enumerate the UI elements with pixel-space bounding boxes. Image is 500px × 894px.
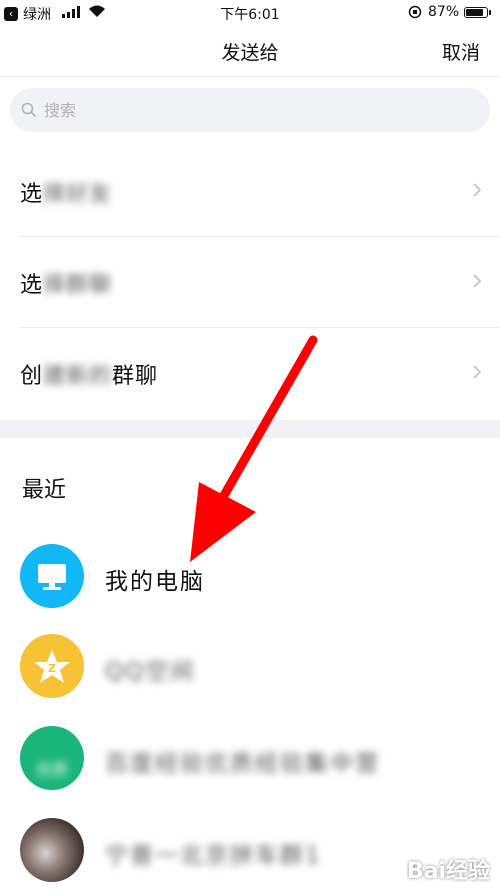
menu-label: 创建新的群聊	[20, 358, 158, 390]
qzone-star-icon: Z	[34, 650, 70, 683]
chevron-right-icon	[473, 183, 482, 197]
chevron-right-icon	[473, 365, 482, 379]
menu-label-visible: 创	[20, 364, 44, 389]
menu-create-group[interactable]: 创建新的群聊	[0, 328, 500, 418]
battery-cap	[489, 10, 491, 15]
page-title: 发送给	[221, 42, 279, 64]
menu-label-blurred: 择好友	[43, 182, 113, 207]
monitor-icon	[38, 564, 66, 590]
recent-item-name: 宁普一北京拼车群1	[105, 843, 322, 869]
svg-text:Z: Z	[48, 662, 56, 675]
menu-label-blurred: 择群聊	[43, 273, 113, 298]
photo-avatar	[20, 818, 84, 882]
avatar-text: 优质	[35, 760, 68, 779]
menu-label: 选择群聊	[20, 267, 112, 299]
avatar: Z	[20, 634, 84, 698]
avatar	[20, 544, 84, 608]
cancel-button[interactable]: 取消	[442, 38, 480, 65]
status-bar: ‹ 绿洲 下午6:01 87%	[0, 0, 500, 26]
battery-fill	[466, 9, 483, 16]
menu-label-visible: 选	[20, 273, 44, 298]
section-separator	[0, 420, 500, 438]
recent-section-title: 最近	[22, 478, 67, 503]
watermark: Bai经验	[406, 859, 490, 884]
battery-icon	[464, 7, 488, 18]
battery-percent: 87%	[428, 4, 460, 20]
recent-item-my-computer[interactable]: 我的电脑	[0, 540, 500, 620]
menu-label: 选择好友	[20, 176, 112, 208]
menu-label-visible: 选	[20, 182, 44, 207]
avatar: 优质	[20, 726, 84, 790]
menu-select-friends[interactable]: 选择好友	[0, 146, 500, 236]
search-icon	[21, 102, 36, 117]
chevron-right-icon	[473, 274, 482, 288]
search-input[interactable]	[44, 88, 464, 132]
recent-item-qzone[interactable]: Z QQ空间	[0, 630, 500, 710]
recent-item-name: 百度经验优质经验集中营	[105, 751, 380, 777]
menu-label-visible: 群聊	[112, 364, 159, 389]
recent-item-group-baidu[interactable]: 优质 百度经验优质经验集中营	[0, 722, 500, 802]
menu-label-blurred: 建新的	[43, 364, 113, 389]
nav-header: 发送给 取消	[0, 26, 500, 77]
recent-item-name: 我的电脑	[105, 569, 205, 595]
recent-item-name: QQ空间	[105, 659, 196, 685]
search-bar[interactable]	[10, 88, 490, 132]
orientation-lock-icon	[408, 5, 422, 19]
status-time: 下午6:01	[220, 7, 280, 23]
menu-select-groups[interactable]: 选择群聊	[0, 237, 500, 327]
